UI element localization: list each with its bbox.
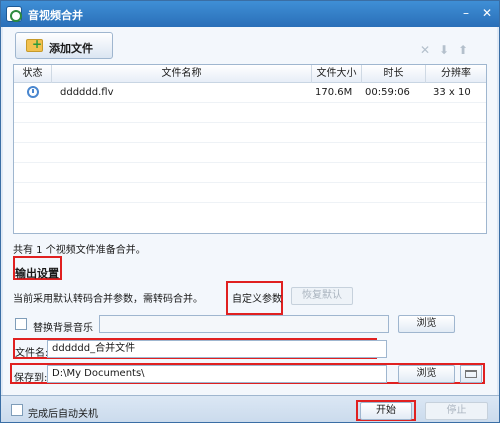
start-button[interactable]: 开始 <box>360 402 412 420</box>
file-table: 状态 文件名称 文件大小 时长 分辨率 dddddd.flv 170.6M 00… <box>13 64 487 234</box>
bgm-input[interactable] <box>99 315 389 333</box>
file-duration: 00:59:06 <box>365 87 410 98</box>
file-name: dddddd.flv <box>60 87 114 98</box>
file-resolution: 33 x 10 <box>433 87 471 98</box>
column-resolution[interactable]: 分辨率 <box>426 65 486 83</box>
file-size: 170.6M <box>315 87 353 98</box>
output-settings-heading: 输出设置 <box>15 267 59 280</box>
filename-label: 文件名: <box>15 348 49 359</box>
clock-icon <box>27 86 39 98</box>
footer-bar: 完成后自动关机 开始 停止 <box>1 395 499 422</box>
add-folder-icon <box>26 37 43 52</box>
column-name[interactable]: 文件名称 <box>52 65 312 83</box>
close-icon[interactable]: ✕ <box>420 43 430 57</box>
column-duration[interactable]: 时长 <box>362 65 426 83</box>
window-title: 音视频合并 <box>28 9 83 22</box>
save-browse-button[interactable]: 浏览 <box>398 365 455 383</box>
column-status[interactable]: 状态 <box>14 65 52 83</box>
save-path-label: 保存到: <box>14 373 48 384</box>
arrow-up-icon[interactable]: ⬆ <box>458 43 468 57</box>
close-button[interactable]: ✕ <box>478 5 496 22</box>
column-size[interactable]: 文件大小 <box>312 65 362 83</box>
open-folder-icon <box>465 370 477 378</box>
add-files-label: 添加文件 <box>49 42 93 55</box>
empty-row <box>14 143 486 163</box>
arrow-down-icon[interactable]: ⬇ <box>439 43 449 57</box>
open-folder-button[interactable] <box>460 365 482 383</box>
empty-row <box>14 103 486 123</box>
filename-input[interactable]: dddddd_合并文件 <box>47 340 387 358</box>
bgm-label: 替换背景音乐 <box>33 323 93 334</box>
main-panel: 添加文件 ✕ ⬇ ⬆ 状态 文件名称 文件大小 时长 分辨率 dddddd.fl… <box>3 27 497 395</box>
empty-row <box>14 183 486 203</box>
empty-row <box>14 203 486 223</box>
empty-row <box>14 163 486 183</box>
save-path-input[interactable]: D:\My Documents\ <box>47 365 387 383</box>
table-header: 状态 文件名称 文件大小 时长 分辨率 <box>14 65 486 83</box>
minimize-button[interactable]: – <box>457 5 475 22</box>
app-icon <box>6 6 22 22</box>
title-bar: 音视频合并 – ✕ <box>1 1 499 27</box>
stop-button[interactable]: 停止 <box>425 402 488 420</box>
empty-row <box>14 123 486 143</box>
add-files-button[interactable]: 添加文件 <box>15 32 113 59</box>
auto-shutdown-label: 完成后自动关机 <box>28 409 98 420</box>
bgm-checkbox[interactable] <box>15 318 27 330</box>
table-row[interactable]: dddddd.flv 170.6M 00:59:06 33 x 10 <box>14 83 486 103</box>
summary-text: 共有 1 个视频文件准备合并。 <box>13 245 146 256</box>
custom-params-link[interactable]: 自定义参数 <box>232 290 282 305</box>
bgm-browse-button[interactable]: 浏览 <box>398 315 455 333</box>
merge-window: 音视频合并 – ✕ 添加文件 ✕ ⬇ ⬆ 状态 文件名称 文件大小 时长 分辨率… <box>0 0 500 423</box>
restore-default-button[interactable]: 恢复默认 <box>291 287 353 305</box>
auto-shutdown-checkbox[interactable] <box>11 404 23 416</box>
default-params-notice: 当前采用默认转码合并参数，需转码合并。 <box>13 294 203 305</box>
